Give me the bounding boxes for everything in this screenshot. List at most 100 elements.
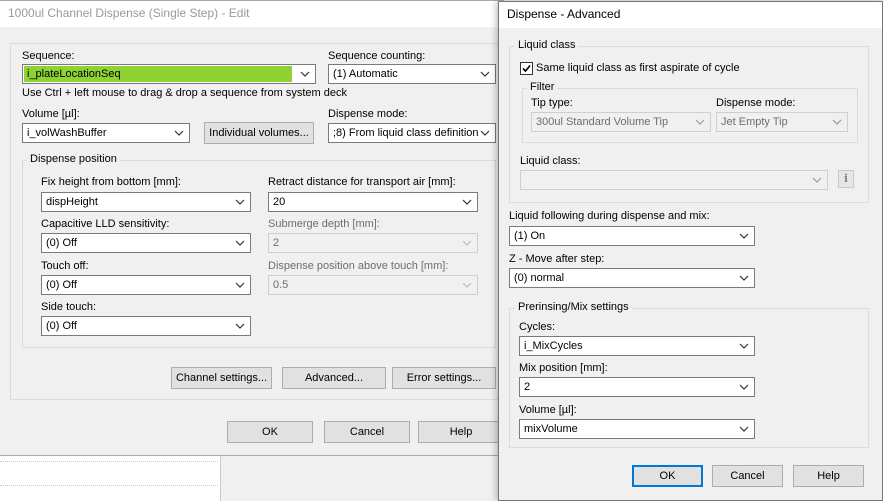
grid-line (0, 461, 218, 462)
filter-dispense-mode-label: Dispense mode: (716, 97, 796, 109)
advanced-cancel-button[interactable]: Cancel (712, 465, 783, 487)
help-button[interactable]: Help (418, 421, 504, 443)
info-icon: i (838, 170, 854, 188)
chevron-down-icon (461, 276, 473, 294)
mix-position-label: Mix position [mm]: (519, 362, 608, 374)
advanced-help-button[interactable]: Help (793, 465, 864, 487)
chevron-down-icon (461, 193, 473, 211)
submerge-depth-value: 2 (273, 237, 280, 249)
advanced-ok-button[interactable]: OK (632, 465, 703, 487)
advanced-button[interactable]: Advanced... (282, 367, 386, 389)
retract-distance-label: Retract distance for transport air [mm]: (268, 176, 456, 188)
mix-position-select[interactable]: 2 (519, 377, 755, 397)
chevron-down-icon (479, 65, 491, 83)
z-move-select[interactable]: (0) normal (509, 268, 755, 288)
main-dialog-title: 1000ul Channel Dispense (Single Step) - … (0, 1, 503, 27)
dispense-above-touch-select: 0.5 (268, 275, 478, 295)
background-panel (0, 455, 221, 501)
mix-volume-label: Volume [µl]: (519, 404, 577, 416)
side-touch-select[interactable]: (0) Off (41, 316, 251, 336)
chevron-down-icon (738, 420, 750, 438)
chevron-down-icon (234, 234, 246, 252)
volume-select[interactable]: i_volWashBuffer (22, 123, 190, 143)
volume-label: Volume [µl]: (22, 108, 80, 120)
tip-type-value: 300ul Standard Volume Tip (536, 116, 669, 128)
side-touch-value: (0) Off (46, 320, 77, 332)
liquid-class-label: Liquid class: (520, 155, 581, 167)
dispense-position-group-label: Dispense position (27, 153, 120, 165)
dispense-above-touch-label: Dispense position above touch [mm]: (268, 260, 449, 272)
touch-off-value: (0) Off (46, 279, 77, 291)
channel-settings-button[interactable]: Channel settings... (171, 367, 272, 389)
advanced-dialog: Dispense - Advanced Liquid class Same li… (498, 1, 883, 501)
main-dialog: 1000ul Channel Dispense (Single Step) - … (0, 0, 505, 456)
cycles-label: Cycles: (519, 321, 556, 333)
mix-position-value: 2 (524, 381, 531, 393)
chevron-down-icon (234, 193, 246, 211)
same-liquid-class-checkbox[interactable] (520, 62, 533, 75)
ok-button[interactable]: OK (227, 421, 313, 443)
z-move-label: Z - Move after step: (509, 253, 605, 265)
filter-group-label: Filter (527, 81, 558, 93)
cycles-value: i_MixCycles (524, 340, 583, 352)
error-settings-button[interactable]: Error settings... (392, 367, 496, 389)
cycles-select[interactable]: i_MixCycles (519, 336, 755, 356)
chevron-down-icon (738, 227, 750, 245)
dispense-mode-select[interactable]: ;8) From liquid class definition (328, 123, 496, 143)
filter-dispense-mode-value: Jet Empty Tip (721, 116, 788, 128)
z-move-value: (0) normal (514, 272, 565, 284)
submerge-depth-label: Submerge depth [mm]: (268, 218, 380, 230)
chevron-down-icon (811, 171, 823, 189)
advanced-dialog-title: Dispense - Advanced (499, 2, 882, 28)
submerge-depth-select: 2 (268, 233, 478, 253)
sequence-counting-value: (1) Automatic (333, 68, 398, 80)
capacitive-lld-label: Capacitive LLD sensitivity: (41, 218, 170, 230)
mix-volume-select[interactable]: mixVolume (519, 419, 755, 439)
liquid-following-select[interactable]: (1) On (509, 226, 755, 246)
sequence-counting-label: Sequence counting: (328, 50, 426, 62)
chevron-down-icon (234, 317, 246, 335)
drag-drop-hint: Use Ctrl + left mouse to drag & drop a s… (22, 87, 347, 99)
liquid-class-group-label: Liquid class (515, 39, 579, 51)
chevron-down-icon (694, 113, 706, 131)
chevron-down-icon (234, 276, 246, 294)
liquid-class-select (520, 170, 828, 190)
sequence-select[interactable]: i_plateLocationSeq (22, 64, 316, 84)
chevron-down-icon (461, 234, 473, 252)
chevron-down-icon (479, 124, 491, 142)
capacitive-lld-select[interactable]: (0) Off (41, 233, 251, 253)
mix-volume-value: mixVolume (524, 423, 578, 435)
chevron-down-icon (738, 378, 750, 396)
sequence-label: Sequence: (22, 50, 75, 62)
same-liquid-class-label: Same liquid class as first aspirate of c… (536, 62, 740, 74)
individual-volumes-button[interactable]: Individual volumes... (204, 122, 314, 144)
retract-distance-select[interactable]: 20 (268, 192, 478, 212)
fix-height-select[interactable]: dispHeight (41, 192, 251, 212)
sequence-counting-select[interactable]: (1) Automatic (328, 64, 496, 84)
fix-height-value: dispHeight (46, 196, 98, 208)
volume-value: i_volWashBuffer (27, 127, 107, 139)
cancel-button[interactable]: Cancel (324, 421, 410, 443)
chevron-down-icon (299, 65, 311, 83)
filter-dispense-mode-select: Jet Empty Tip (716, 112, 848, 132)
dispense-mode-label: Dispense mode: (328, 108, 408, 120)
chevron-down-icon (173, 124, 185, 142)
liquid-following-value: (1) On (514, 230, 546, 242)
dispense-above-touch-value: 0.5 (273, 279, 289, 291)
prerinsing-group-label: Prerinsing/Mix settings (515, 301, 632, 313)
touch-off-label: Touch off: (41, 260, 89, 272)
chevron-down-icon (738, 337, 750, 355)
dispense-mode-value: ;8) From liquid class definition (333, 127, 479, 139)
tip-type-select: 300ul Standard Volume Tip (531, 112, 711, 132)
fix-height-label: Fix height from bottom [mm]: (41, 176, 181, 188)
sequence-value: i_plateLocationSeq (24, 66, 292, 82)
tip-type-label: Tip type: (531, 97, 573, 109)
side-touch-label: Side touch: (41, 301, 97, 313)
touch-off-select[interactable]: (0) Off (41, 275, 251, 295)
chevron-down-icon (738, 269, 750, 287)
retract-distance-value: 20 (273, 196, 286, 208)
chevron-down-icon (831, 113, 843, 131)
liquid-following-label: Liquid following during dispense and mix… (509, 210, 710, 222)
capacitive-lld-value: (0) Off (46, 237, 77, 249)
grid-line (0, 485, 218, 486)
